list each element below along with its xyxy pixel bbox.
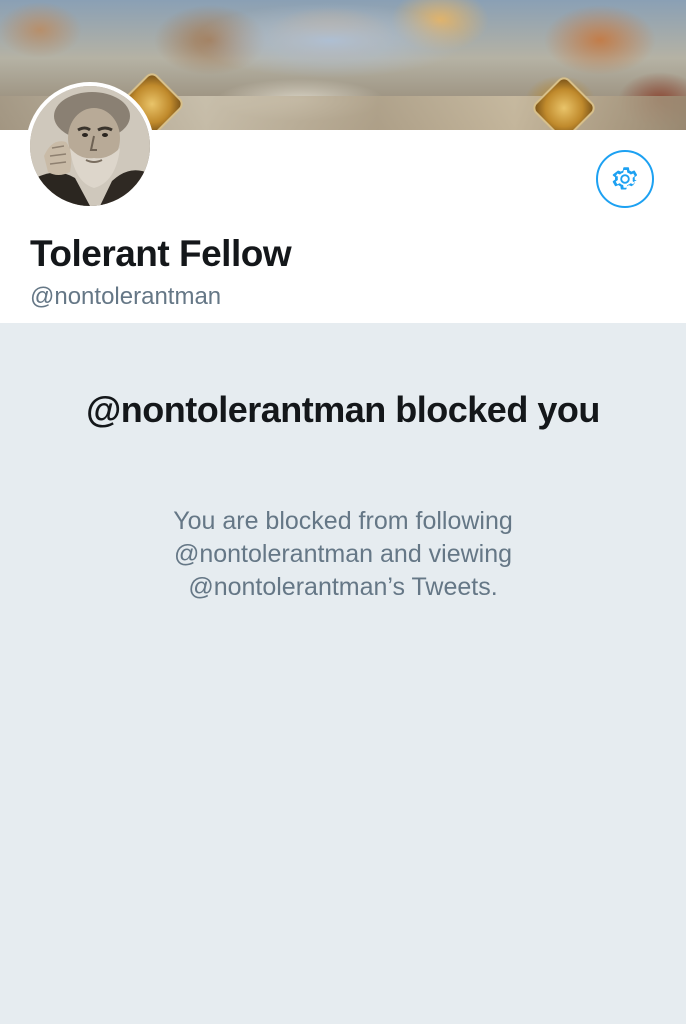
avatar-photo <box>30 86 150 206</box>
gear-icon <box>612 167 638 190</box>
avatar[interactable] <box>26 82 154 210</box>
avatar-portrait-icon <box>30 86 150 206</box>
banner-sky-detail <box>150 0 510 90</box>
blocked-notice-description: You are blocked from following @nontoler… <box>173 507 513 601</box>
settings-button[interactable] <box>596 150 654 208</box>
profile-page: Tolerant Fellow @nontolerantman @nontole… <box>0 0 686 1024</box>
profile-screen-name: @nontolerantman <box>30 283 222 310</box>
blocked-notice-title: @nontolerantman blocked you <box>86 389 600 430</box>
profile-display-name: Tolerant Fellow <box>30 233 292 274</box>
